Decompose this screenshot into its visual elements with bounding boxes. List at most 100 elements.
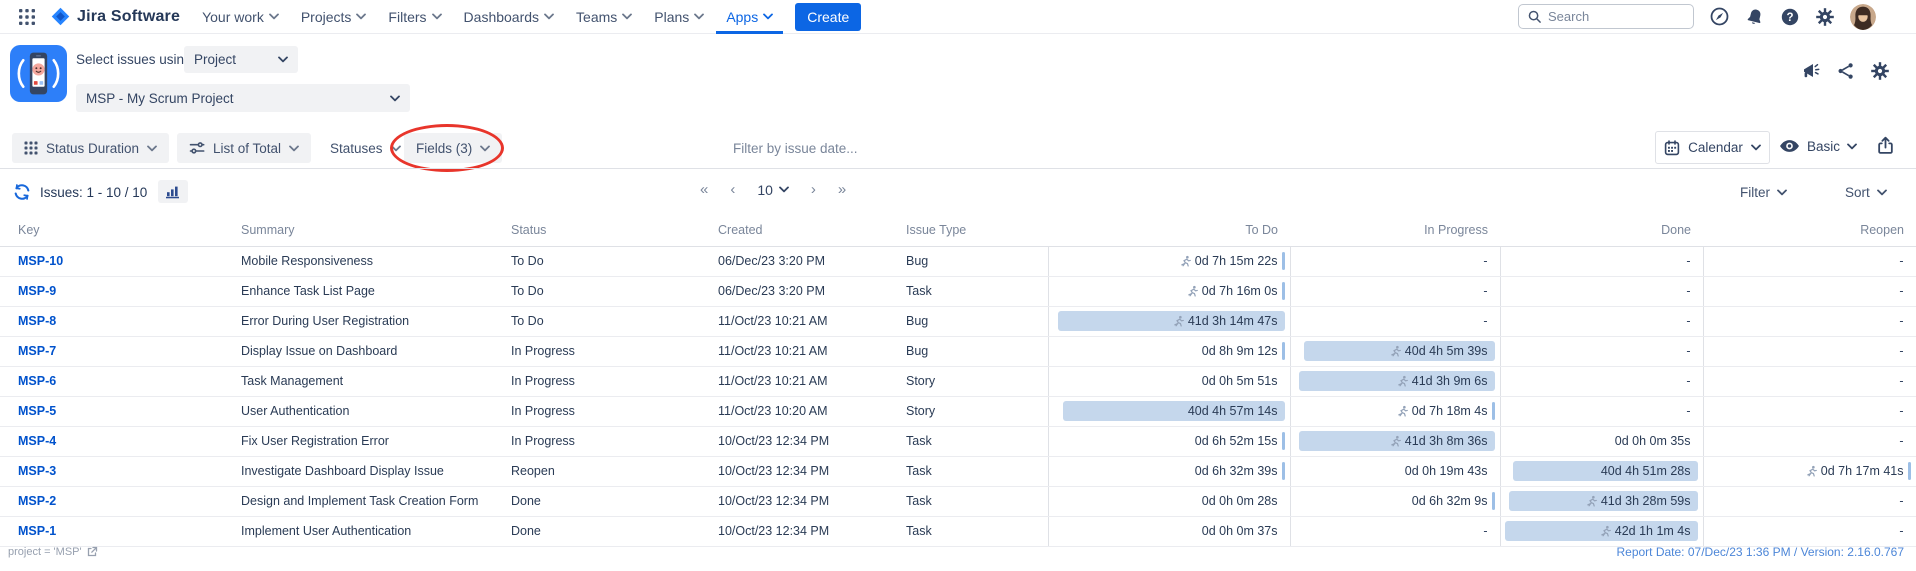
summary-cell: Error During User Registration xyxy=(235,306,505,336)
nav-item-teams[interactable]: Teams xyxy=(566,0,642,34)
created-cell: 11/Oct/23 10:20 AM xyxy=(712,396,900,426)
next-page-button[interactable]: › xyxy=(811,181,816,198)
nav-item-plans[interactable]: Plans xyxy=(644,0,714,34)
app-switcher-icon[interactable] xyxy=(10,8,44,26)
running-person-icon xyxy=(1186,285,1199,298)
duration-cell-todo: 0d 0h 5m 51s xyxy=(1048,366,1290,396)
grid-icon xyxy=(24,141,38,155)
jira-logo[interactable]: Jira Software xyxy=(46,6,190,27)
issue-type-cell: Task xyxy=(900,426,1048,456)
help-icon[interactable]: ? xyxy=(1780,7,1800,27)
duration-cell-reopen: 0d 7h 17m 41s xyxy=(1703,456,1916,486)
project-selector-dropdown[interactable]: MSP - My Scrum Project xyxy=(76,84,410,112)
page-size-dropdown[interactable]: 10 xyxy=(757,182,789,198)
duration-cell-todo: 0d 0h 0m 37s xyxy=(1048,516,1290,546)
running-person-icon xyxy=(1585,495,1598,508)
filter-dropdown[interactable]: Filter xyxy=(1740,185,1787,200)
duration-cell-in_progress: 0d 7h 18m 4s xyxy=(1290,396,1500,426)
issue-key-link[interactable]: MSP-2 xyxy=(18,494,56,508)
table-row: MSP-8Error During User RegistrationTo Do… xyxy=(0,306,1916,336)
settings-gear-icon[interactable] xyxy=(1815,7,1835,27)
duration-cell-todo: 0d 6h 32m 39s xyxy=(1048,456,1290,486)
sort-dropdown[interactable]: Sort xyxy=(1845,185,1887,200)
issue-key-link[interactable]: MSP-6 xyxy=(18,374,56,388)
column-header-created: Created xyxy=(712,214,900,246)
statuses-dropdown[interactable]: Statuses xyxy=(318,133,413,163)
search-input[interactable] xyxy=(1548,9,1668,24)
nav-item-apps[interactable]: Apps xyxy=(716,0,783,34)
duration-cell-reopen: - xyxy=(1703,276,1916,306)
calendar-dropdown[interactable]: Calendar xyxy=(1655,131,1770,164)
status-duration-app-logo xyxy=(10,45,67,102)
first-page-button[interactable]: « xyxy=(700,181,708,198)
issue-type-cell: Bug xyxy=(900,246,1048,276)
chevron-down-icon xyxy=(622,13,632,20)
issue-key-link[interactable]: MSP-5 xyxy=(18,404,56,418)
issue-key-link[interactable]: MSP-1 xyxy=(18,524,56,538)
table-row: MSP-10Mobile ResponsivenessTo Do06/Dec/2… xyxy=(0,246,1916,276)
created-cell: 06/Dec/23 3:20 PM xyxy=(712,246,900,276)
user-avatar[interactable] xyxy=(1850,4,1876,30)
key-cell: MSP-3 xyxy=(0,456,235,486)
issue-type-cell: Task xyxy=(900,456,1048,486)
issue-key-link[interactable]: MSP-4 xyxy=(18,434,56,448)
nav-item-your-work[interactable]: Your work xyxy=(192,0,289,34)
issue-key-link[interactable]: MSP-9 xyxy=(18,284,56,298)
announcement-megaphone-icon[interactable] xyxy=(1800,60,1822,82)
duration-cell-in_progress: 41d 3h 8m 36s xyxy=(1290,426,1500,456)
issue-key-link[interactable]: MSP-3 xyxy=(18,464,56,478)
last-page-button[interactable]: » xyxy=(838,181,846,198)
report-settings-gear-icon[interactable] xyxy=(1870,61,1890,81)
export-icon[interactable] xyxy=(1876,136,1895,155)
summary-cell: Implement User Authentication xyxy=(235,516,505,546)
duration-cell-in_progress: 0d 6h 32m 9s xyxy=(1290,486,1500,516)
duration-cell-in_progress: - xyxy=(1290,516,1500,546)
discover-compass-icon[interactable] xyxy=(1709,6,1730,27)
select-issues-using-dropdown[interactable]: Project xyxy=(184,46,298,73)
issue-key-link[interactable]: MSP-7 xyxy=(18,344,56,358)
prev-page-button[interactable]: ‹ xyxy=(730,181,735,198)
duration-cell-in_progress: 41d 3h 9m 6s xyxy=(1290,366,1500,396)
external-link-icon[interactable] xyxy=(86,546,98,558)
column-header-issue-type: Issue Type xyxy=(900,214,1048,246)
nav-item-dashboards[interactable]: Dashboards xyxy=(454,0,565,34)
status-cell: To Do xyxy=(505,276,712,306)
duration-cell-in_progress: - xyxy=(1290,246,1500,276)
key-cell: MSP-1 xyxy=(0,516,235,546)
duration-cell-in_progress: - xyxy=(1290,276,1500,306)
share-icon[interactable] xyxy=(1836,61,1856,81)
divider xyxy=(0,168,1916,169)
bar-chart-icon[interactable] xyxy=(158,180,188,203)
duration-cell-done: 0d 0h 0m 35s xyxy=(1500,426,1703,456)
issue-key-link[interactable]: MSP-8 xyxy=(18,314,56,328)
column-header-done: Done xyxy=(1500,214,1703,246)
nav-item-projects[interactable]: Projects xyxy=(291,0,377,34)
report-type-dropdown[interactable]: Status Duration xyxy=(12,133,169,163)
summary-cell: Task Management xyxy=(235,366,505,396)
duration-cell-done: - xyxy=(1500,246,1703,276)
status-cell: In Progress xyxy=(505,396,712,426)
duration-cell-todo: 0d 0h 0m 28s xyxy=(1048,486,1290,516)
created-cell: 11/Oct/23 10:21 AM xyxy=(712,306,900,336)
global-search[interactable] xyxy=(1518,4,1694,29)
display-mode-dropdown[interactable]: List of Total xyxy=(177,133,311,163)
duration-cell-reopen: - xyxy=(1703,336,1916,366)
summary-cell: Design and Implement Task Creation Form xyxy=(235,486,505,516)
duration-cell-done: - xyxy=(1500,306,1703,336)
view-mode-dropdown[interactable]: Basic xyxy=(1779,138,1857,154)
created-cell: 10/Oct/23 12:34 PM xyxy=(712,486,900,516)
status-cell: In Progress xyxy=(505,336,712,366)
nav-item-filters[interactable]: Filters xyxy=(378,0,451,34)
notifications-bell-icon[interactable] xyxy=(1745,7,1765,27)
duration-cell-todo: 0d 7h 16m 0s xyxy=(1048,276,1290,306)
duration-cell-todo: 41d 3h 14m 47s xyxy=(1048,306,1290,336)
chevron-down-icon xyxy=(1877,189,1887,196)
issue-key-link[interactable]: MSP-10 xyxy=(18,254,63,268)
fields-dropdown[interactable]: Fields (3) xyxy=(404,133,502,163)
issue-date-filter[interactable]: Filter by issue date... xyxy=(733,141,858,156)
duration-cell-in_progress: 40d 4h 5m 39s xyxy=(1290,336,1500,366)
calendar-icon xyxy=(1664,140,1680,156)
create-button[interactable]: Create xyxy=(795,3,861,31)
refresh-icon[interactable] xyxy=(13,183,31,201)
chevron-down-icon xyxy=(763,13,773,20)
